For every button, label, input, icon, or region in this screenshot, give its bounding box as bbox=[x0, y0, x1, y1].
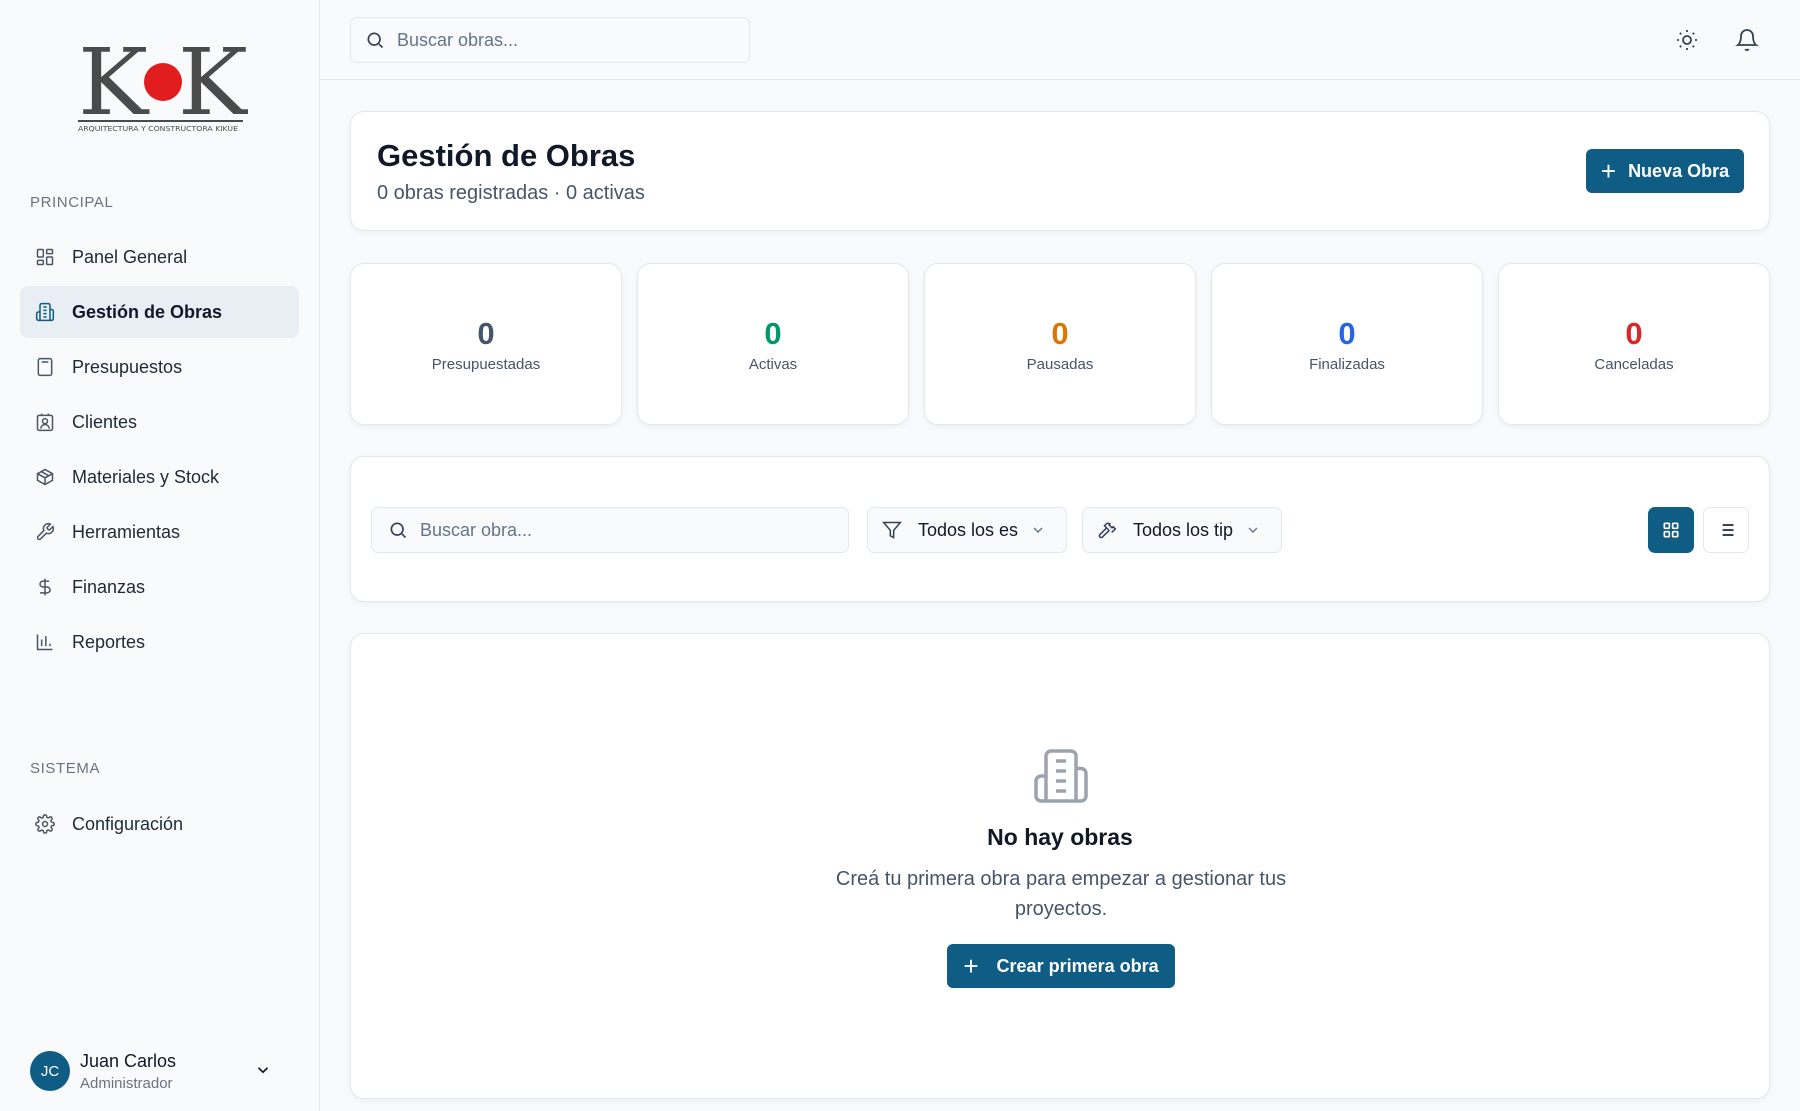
new-obra-label: Nueva Obra bbox=[1628, 160, 1730, 181]
filter-icon bbox=[882, 521, 902, 539]
empty-description: Creá tu primera obra para empezar a gest… bbox=[835, 868, 1287, 920]
global-search[interactable] bbox=[350, 17, 750, 63]
sidebar-item-label: Herramientas bbox=[72, 521, 181, 542]
page-title: Gestión de Obras bbox=[377, 138, 636, 173]
plus-icon: + bbox=[963, 951, 979, 981]
building-icon bbox=[34, 301, 56, 323]
sidebar-item-finanzas[interactable]: Finanzas bbox=[20, 561, 299, 613]
user-role: Administrador bbox=[80, 1074, 173, 1092]
sidebar-item-configuracion[interactable]: Configuración bbox=[20, 798, 299, 850]
sidebar-item-label: Reportes bbox=[72, 631, 146, 652]
type-filter-value: Todos los tipos bbox=[1133, 519, 1233, 540]
bar-chart-icon bbox=[34, 631, 56, 653]
sidebar-item-presupuestos[interactable]: Presupuestos bbox=[20, 341, 299, 393]
dashboard-icon bbox=[34, 246, 56, 268]
search-icon bbox=[390, 522, 407, 539]
sidebar-item-herramientas[interactable]: Herramientas bbox=[20, 506, 299, 558]
sidebar-item-label: Configuración bbox=[72, 813, 184, 834]
empty-state: No hay obras Creá tu primera obra para e… bbox=[350, 633, 1770, 1099]
sidebar-item-gestion-obras[interactable]: Gestión de Obras bbox=[20, 286, 299, 338]
svg-text:ARQUITECTURA Y CONSTRUCTORA KI: ARQUITECTURA Y CONSTRUCTORA KIKUE bbox=[78, 125, 238, 133]
system-nav: Configuración bbox=[20, 798, 299, 853]
stat-card-activas[interactable]: 0 Activas bbox=[637, 263, 909, 425]
grid-icon bbox=[1663, 522, 1679, 538]
plus-icon: + bbox=[1600, 156, 1617, 186]
new-obra-button[interactable]: + Nueva Obra bbox=[1586, 149, 1744, 193]
stat-card-presupuestadas[interactable]: 0 Presupuestadas bbox=[350, 263, 622, 425]
chevron-down-icon bbox=[1248, 527, 1258, 533]
status-filter-value: Todos los estados bbox=[918, 519, 1018, 540]
empty-title: No hay obras bbox=[987, 824, 1133, 850]
sidebar-item-clientes[interactable]: Clientes bbox=[20, 396, 299, 448]
stat-card-pausadas[interactable]: 0 Pausadas bbox=[924, 263, 1196, 425]
list-view-button[interactable] bbox=[1703, 507, 1749, 553]
filter-bar: Todos los estados Todos los tipos bbox=[350, 456, 1770, 602]
stat-value: 0 bbox=[1051, 316, 1069, 351]
stat-card-finalizadas[interactable]: 0 Finalizadas bbox=[1211, 263, 1483, 425]
company-logo[interactable]: K K ARQUITECTURA Y CONSTRUCTORA KIKUE bbox=[78, 29, 250, 136]
global-search-input[interactable] bbox=[397, 29, 749, 51]
obra-search[interactable] bbox=[371, 507, 849, 553]
stat-value: 0 bbox=[1625, 316, 1643, 351]
obra-search-input[interactable] bbox=[420, 519, 848, 541]
avatar: JC bbox=[30, 1051, 70, 1091]
hammer-icon bbox=[1098, 522, 1117, 539]
list-icon bbox=[1718, 524, 1734, 536]
page-subtitle: 0 obras registradas · 0 activas bbox=[377, 182, 645, 204]
section-label-sistema: SISTEMA bbox=[30, 760, 101, 777]
sidebar-item-label: Materiales y Stock bbox=[72, 466, 220, 487]
sidebar-item-materiales[interactable]: Materiales y Stock bbox=[20, 451, 299, 503]
stat-value: 0 bbox=[764, 316, 782, 351]
sidebar-item-label: Clientes bbox=[72, 411, 138, 432]
sidebar-item-reportes[interactable]: Reportes bbox=[20, 616, 299, 668]
sidebar-item-label: Finanzas bbox=[72, 576, 146, 597]
chevron-down-icon bbox=[1033, 527, 1043, 533]
stat-value: 0 bbox=[1338, 316, 1356, 351]
main-nav: Panel General Gestión de Obras Presupues… bbox=[20, 231, 299, 671]
sidebar-item-panel-general[interactable]: Panel General bbox=[20, 231, 299, 283]
stat-value: 0 bbox=[477, 316, 495, 351]
chevron-down-icon[interactable] bbox=[254, 1061, 272, 1079]
create-first-obra-button[interactable]: + Crear primera obra bbox=[947, 944, 1175, 988]
building-icon bbox=[1034, 749, 1088, 803]
sidebar-item-label: Gestión de Obras bbox=[72, 301, 223, 322]
sidebar-item-label: Presupuestos bbox=[72, 356, 183, 377]
create-first-obra-label: Crear primera obra bbox=[996, 955, 1159, 976]
stat-label: Presupuestadas bbox=[431, 356, 541, 373]
wrench-icon bbox=[34, 521, 56, 543]
sidebar: K K ARQUITECTURA Y CONSTRUCTORA KIKUE PR… bbox=[0, 0, 320, 1111]
bell-icon[interactable] bbox=[1735, 28, 1759, 52]
section-label-principal: PRINCIPAL bbox=[30, 194, 114, 211]
contact-icon bbox=[34, 411, 56, 433]
stat-label: Canceladas bbox=[1594, 356, 1674, 373]
type-filter-select[interactable]: Todos los tipos bbox=[1082, 507, 1282, 553]
grid-view-button[interactable] bbox=[1648, 507, 1694, 553]
search-icon bbox=[367, 32, 384, 49]
sun-icon[interactable] bbox=[1675, 28, 1699, 52]
sidebar-item-label: Panel General bbox=[72, 246, 188, 267]
box-icon bbox=[34, 466, 56, 488]
calculator-icon bbox=[34, 356, 56, 378]
page-header: Gestión de Obras 0 obras registradas · 0… bbox=[350, 111, 1770, 231]
stat-label: Pausadas bbox=[1026, 356, 1094, 373]
gear-icon bbox=[34, 813, 56, 835]
status-filter-select[interactable]: Todos los estados bbox=[867, 507, 1067, 553]
user-menu[interactable]: JC Juan Carlos Administrador bbox=[30, 1041, 290, 1101]
stat-card-canceladas[interactable]: 0 Canceladas bbox=[1498, 263, 1770, 425]
stat-label: Activas bbox=[748, 356, 798, 373]
dollar-icon bbox=[34, 576, 56, 598]
topbar bbox=[320, 0, 1800, 80]
stat-label: Finalizadas bbox=[1309, 356, 1385, 373]
user-name: Juan Carlos bbox=[80, 1050, 177, 1071]
